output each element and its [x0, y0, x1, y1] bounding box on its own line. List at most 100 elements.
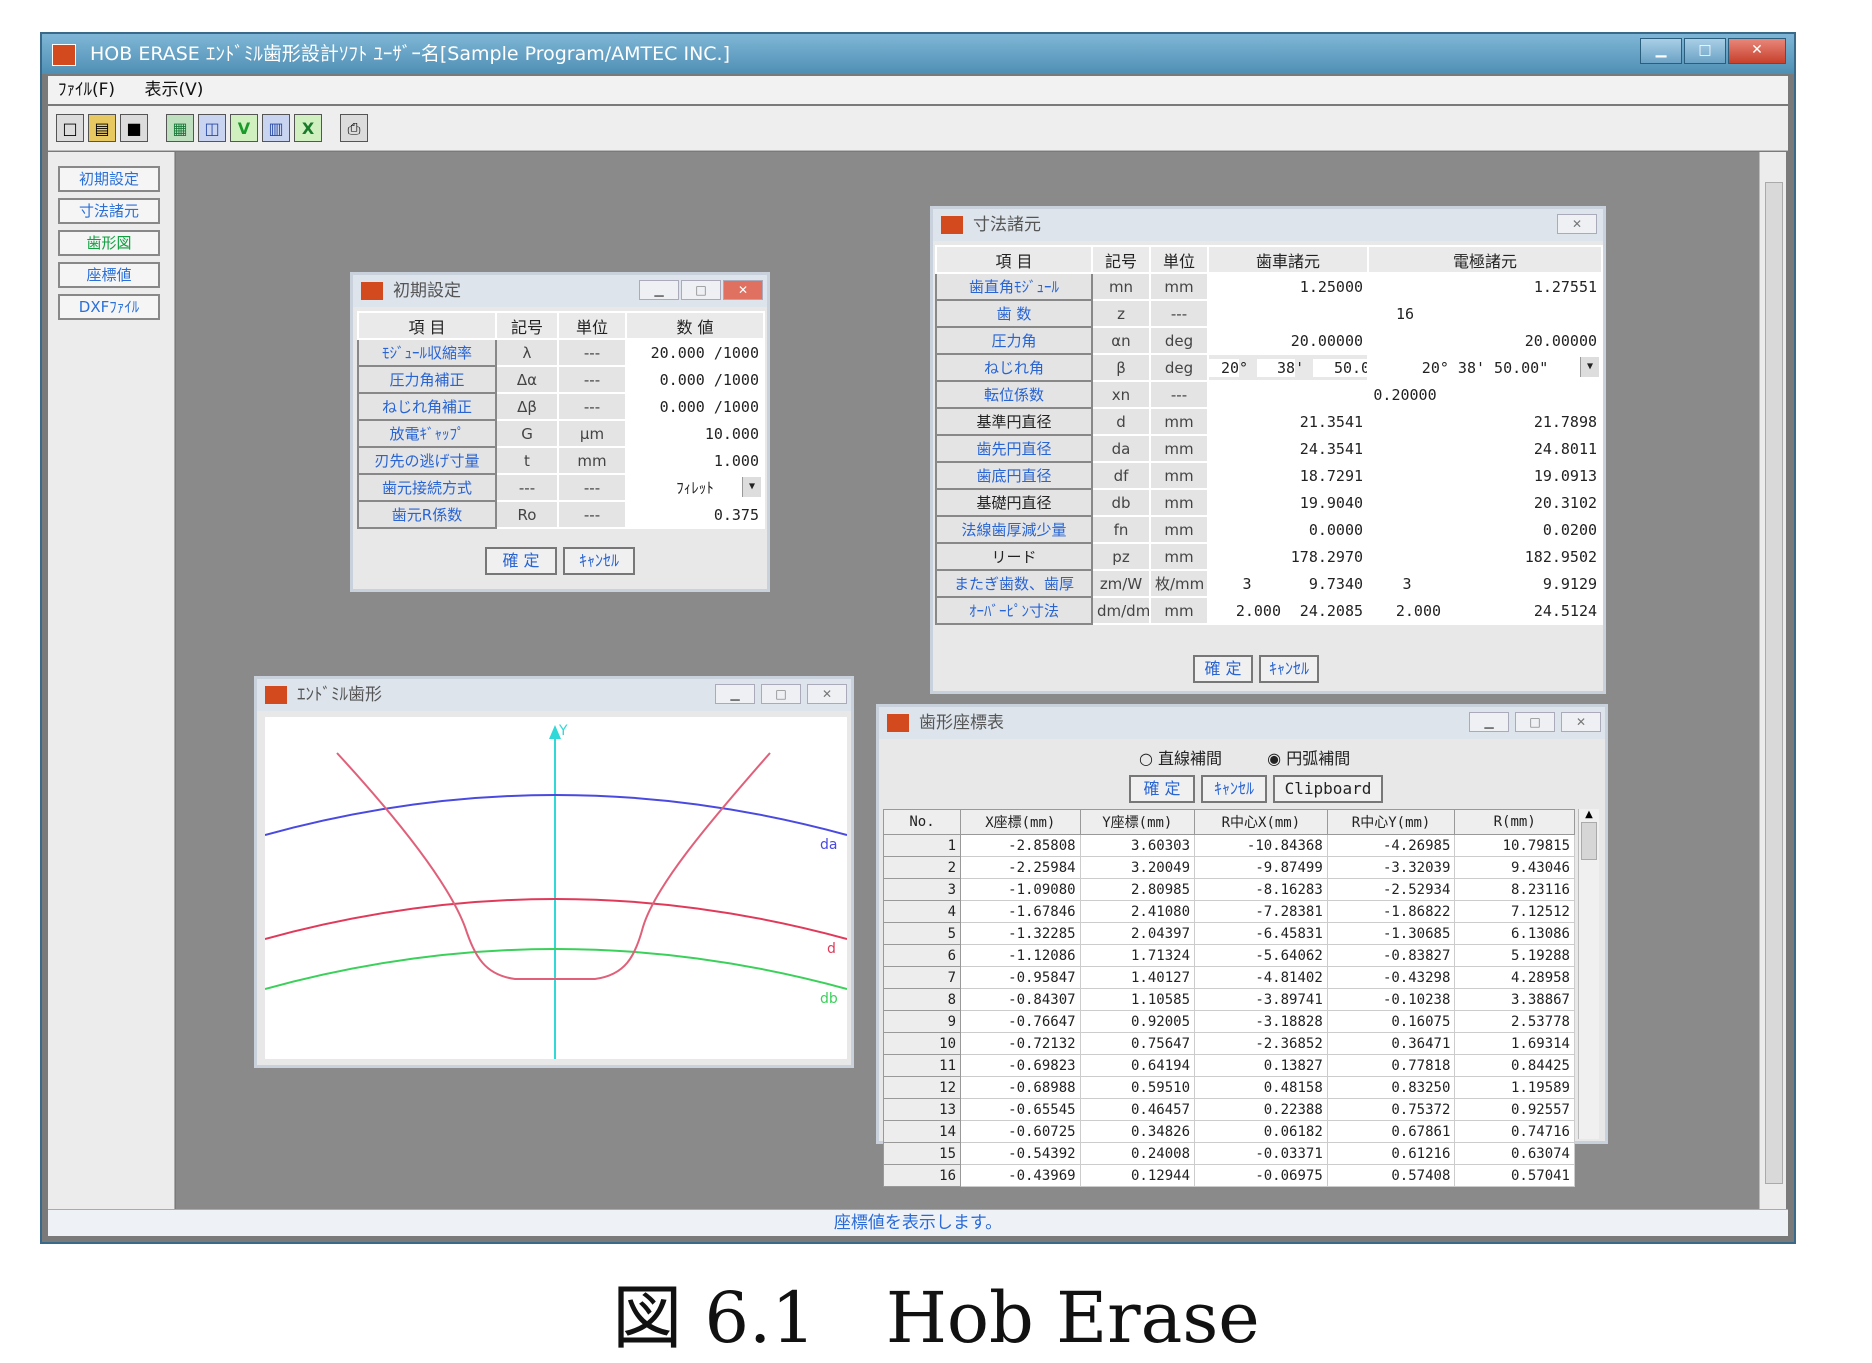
clipboard-button[interactable]: Clipboard	[1273, 775, 1383, 803]
shift-coeff-input[interactable]: 0.20000	[1206, 380, 1604, 409]
row-unit: mm	[1149, 488, 1209, 517]
open-folder-icon[interactable]: ▤	[88, 114, 116, 142]
pin-diameter-input[interactable]: 2.000	[1207, 596, 1287, 625]
initial-ok-button[interactable]: 確 定	[485, 547, 557, 575]
table-row[interactable]: 12 -0.68988 0.59510 0.48158 0.83250 1.19589	[883, 1076, 1575, 1099]
module-input[interactable]: 1.25000	[1206, 272, 1370, 301]
side-button-profile[interactable]: 歯形図	[58, 230, 160, 256]
table-row[interactable]: 15 -0.54392 0.24008 -0.03371 0.61216 0.63074	[883, 1142, 1575, 1165]
helix-angle-corr-input[interactable]: 0.000 /1000	[625, 392, 765, 421]
maximize-button[interactable]: □	[1515, 712, 1555, 732]
table-row[interactable]: 4 -1.67846 2.41080 -7.28381 -1.86822 7.12512	[883, 900, 1575, 923]
radio-linear[interactable]: ○ 直線補間	[1139, 749, 1222, 768]
module-shrink-input[interactable]: 20.000 /1000	[625, 338, 765, 367]
pressure-angle-corr-input[interactable]: 0.000 /1000	[625, 365, 765, 394]
electrode-thickness-input[interactable]: 0.0200	[1367, 515, 1604, 544]
root-diameter-input[interactable]: 18.7291	[1206, 461, 1370, 490]
table-row[interactable]: 2 -2.25984 3.20049 -9.87499 -3.32039 9.43046	[883, 856, 1575, 879]
close-button[interactable]: ✕	[1561, 712, 1601, 732]
graph-icon[interactable]: ◫	[198, 114, 226, 142]
table-row[interactable]: 1 -2.85808 3.60303 -10.84368 -4.26985 10.7981…	[883, 834, 1575, 857]
new-file-icon[interactable]: □	[56, 114, 84, 142]
minimize-button[interactable]: ▁	[1469, 712, 1509, 732]
chevron-down-icon[interactable]: ▼	[1580, 357, 1600, 377]
close-button[interactable]: ✕	[807, 684, 847, 704]
dimensions-cancel-button[interactable]: ｷｬﾝｾﾙ	[1259, 655, 1319, 683]
table-row[interactable]: 13 -0.65545 0.46457 0.22388 0.75372 0.92557	[883, 1098, 1575, 1121]
radius: 0.74716	[1454, 1120, 1575, 1143]
y-coord: 1.71324	[1079, 944, 1196, 967]
helix-min-input[interactable]: 38	[1257, 358, 1296, 377]
table-row[interactable]: 9 -0.76647 0.92005 -3.18828 0.16075 2.53778	[883, 1010, 1575, 1033]
tip-relief-input[interactable]: 1.000	[625, 446, 765, 475]
close-button[interactable]: ✕	[1557, 214, 1597, 234]
table-icon[interactable]: ▥	[262, 114, 290, 142]
maximize-button[interactable]: □	[681, 280, 721, 300]
table-row[interactable]: 5 -1.32285 2.04397 -6.45831 -1.30685 6.13086	[883, 922, 1575, 945]
minimize-button[interactable]: ▁	[715, 684, 755, 704]
discharge-gap-input[interactable]: 10.000	[625, 419, 765, 448]
minimize-button[interactable]: ▁	[639, 280, 679, 300]
minimize-button[interactable]: ▁	[1640, 38, 1682, 64]
pressure-angle-input[interactable]: 20.00000	[1206, 326, 1370, 355]
coords-ok-button[interactable]: 確 定	[1129, 775, 1195, 803]
scroll-up-icon[interactable]: ▲	[1579, 809, 1599, 820]
table-row[interactable]: 14 -0.60725 0.34826 0.06182 0.67861 0.74716	[883, 1120, 1575, 1143]
r-center-x: -2.36852	[1194, 1032, 1328, 1055]
span-teeth-input[interactable]: 3	[1207, 569, 1287, 598]
v-icon[interactable]: V	[230, 114, 258, 142]
helix-sec-input[interactable]: 50.00	[1313, 358, 1367, 377]
pin-diameter-electrode-input[interactable]: 2.000	[1367, 596, 1448, 625]
r-center-y: 0.16075	[1326, 1010, 1456, 1033]
table-row[interactable]: 8 -0.84307 1.10585 -3.89741 -0.10238 3.38867	[883, 988, 1575, 1011]
radius: 6.13086	[1454, 922, 1575, 945]
profile-titlebar: ｴﾝﾄﾞﾐﾙ歯形 ▁ □ ✕	[257, 679, 851, 711]
radius: 1.69314	[1454, 1032, 1575, 1055]
tip-diameter-input[interactable]: 24.3541	[1206, 434, 1370, 463]
print-icon[interactable]: ⎙	[340, 114, 368, 142]
r-center-y: -0.10238	[1326, 988, 1456, 1011]
side-button-initial[interactable]: 初期設定	[58, 166, 160, 192]
thickness-reduction-input[interactable]: 0.0000	[1206, 515, 1370, 544]
close-button[interactable]: ✕	[723, 280, 763, 300]
teeth-input[interactable]: 16	[1206, 299, 1604, 328]
coords-cancel-button[interactable]: ｷｬﾝｾﾙ	[1201, 775, 1267, 803]
table-row[interactable]: 10 -0.72132 0.75647 -2.36852 0.36471 1.69314	[883, 1032, 1575, 1055]
table-row[interactable]: 11 -0.69823 0.64194 0.13827 0.77818 0.84425	[883, 1054, 1575, 1077]
radio-arc[interactable]: ◉ 円弧補間	[1267, 749, 1350, 768]
row-label: 歯元接続方式	[357, 473, 497, 502]
table-row[interactable]: 7 -0.95847 1.40127 -4.81402 -0.43298 4.28958	[883, 966, 1575, 989]
root-connection-select[interactable]: ﾌｨﾚｯﾄ ▼	[625, 473, 765, 502]
table-row[interactable]: 6 -1.12086 1.71324 -5.64062 -0.83827 5.19288	[883, 944, 1575, 967]
menu-view[interactable]: 表示(V)	[144, 80, 203, 100]
close-button[interactable]: ✕	[1728, 38, 1786, 64]
save-icon[interactable]: ■	[120, 114, 148, 142]
side-button-coords[interactable]: 座標値	[58, 262, 160, 288]
helix-electrode-select[interactable]: 20° 38' 50.00" ▼	[1367, 353, 1604, 382]
span-value: 9.7340	[1284, 569, 1370, 598]
row-unit: ---	[557, 365, 627, 394]
root-radius-input[interactable]: 0.375	[625, 500, 765, 529]
dimensions-ok-button[interactable]: 確 定	[1193, 655, 1253, 683]
chart-icon[interactable]: ▦	[166, 114, 194, 142]
chevron-down-icon[interactable]: ▼	[742, 477, 761, 497]
export-icon[interactable]: X	[294, 114, 322, 142]
mdi-scrollbar[interactable]	[1759, 152, 1786, 1226]
scroll-thumb[interactable]	[1581, 822, 1597, 860]
menu-file[interactable]: ﾌｧｲﾙ(F)	[58, 80, 115, 100]
coordinates-table: No. X座標(mm) Y座標(mm) R中心X(mm) R中心Y(mm) R(…	[883, 809, 1575, 1187]
x-coord: -0.76647	[960, 1010, 1081, 1033]
table-row[interactable]: 16 -0.43969 0.12944 -0.06975 0.57408 0.57041	[883, 1164, 1575, 1187]
r-center-x: -3.89741	[1194, 988, 1328, 1011]
x-coord: -0.68988	[960, 1076, 1081, 1099]
row-label: 圧力角	[935, 326, 1093, 355]
helix-deg-input[interactable]: 20	[1210, 358, 1239, 377]
span-teeth-electrode-input[interactable]: 3	[1367, 569, 1448, 598]
table-row[interactable]: 3 -1.09080 2.80985 -8.16283 -2.52934 8.23116	[883, 878, 1575, 901]
maximize-button[interactable]: □	[1684, 38, 1726, 64]
initial-cancel-button[interactable]: ｷｬﾝｾﾙ	[563, 547, 635, 575]
side-button-dxf[interactable]: DXFﾌｧｲﾙ	[58, 294, 160, 320]
coordinates-scrollbar[interactable]: ▲	[1578, 809, 1599, 1139]
maximize-button[interactable]: □	[761, 684, 801, 704]
side-button-dimensions[interactable]: 寸法諸元	[58, 198, 160, 224]
